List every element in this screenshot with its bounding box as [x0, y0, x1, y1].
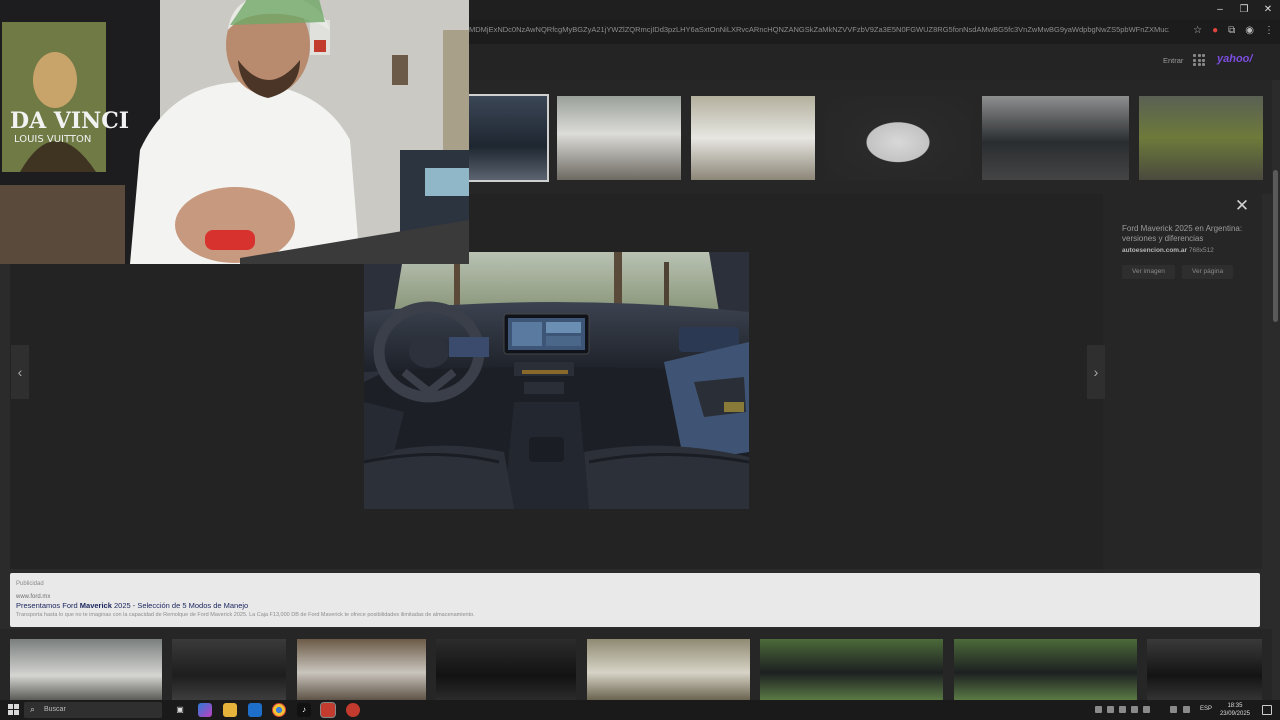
poster-logo-text: LOUIS VUITTON: [14, 134, 91, 145]
windows-taskbar: ⌕ Buscar ▣ ♪ ESP 18:35 23/09/2025: [0, 700, 1280, 720]
close-window-icon[interactable]: ✕: [1256, 0, 1280, 20]
restore-icon[interactable]: ❐: [1232, 0, 1256, 20]
tray-icon[interactable]: [1143, 706, 1150, 713]
profile-icon[interactable]: ◉: [1245, 24, 1254, 38]
tray-icon[interactable]: [1095, 706, 1102, 713]
star-icon[interactable]: ☆: [1193, 24, 1202, 38]
address-bar[interactable]: MDMjExNDc0NzAwNQRfcgMyBGZyA21jYWZlZQRmcj…: [469, 20, 1280, 44]
yahoo-logo[interactable]: yahoo/: [1217, 53, 1252, 65]
sign-in-link[interactable]: Entrar: [1163, 56, 1183, 65]
image-thumbnail[interactable]: [436, 639, 576, 700]
ad-label: Publicidad: [16, 581, 44, 587]
webcam-overlay: DA VINCI LOUIS VUITTON: [0, 0, 469, 264]
ad-title-suffix: 2025 - Selección de 5 Modos de Manejo: [111, 601, 249, 610]
apps-grid-icon[interactable]: [1193, 54, 1205, 66]
windows-start-icon[interactable]: [8, 704, 19, 715]
poster-logo-text: DA VINCI: [10, 108, 129, 134]
image-thumbnail[interactable]: [691, 96, 815, 180]
address-bar-icons: ☆ ● ⧉ ◉ ⋮: [1193, 24, 1274, 38]
image-thumbnail-selected[interactable]: [467, 94, 549, 182]
task-view-icon[interactable]: ▣: [173, 703, 187, 717]
ad-title[interactable]: Presentamos Ford Maverick 2025 - Selecci…: [16, 601, 248, 610]
image-results-row: [467, 80, 1280, 194]
copilot-icon[interactable]: [198, 703, 212, 717]
recording-icon[interactable]: ●: [1212, 24, 1218, 38]
url-text[interactable]: MDMjExNDc0NzAwNQRfcgMyBGZyA21jYWZlZQRmcj…: [469, 25, 1169, 34]
image-thumbnail[interactable]: [172, 639, 286, 700]
tray-icon[interactable]: [1131, 706, 1138, 713]
menu-icon[interactable]: ⋮: [1264, 24, 1274, 38]
extensions-icon[interactable]: ⧉: [1228, 24, 1235, 38]
webcam-feed-illustration: DA VINCI LOUIS VUITTON: [0, 0, 469, 264]
window-controls: – ❐ ✕: [1208, 0, 1280, 20]
taskbar-search-placeholder: Buscar: [44, 706, 66, 713]
page-scrollbar[interactable]: [1272, 80, 1280, 700]
image-thumbnail[interactable]: [982, 96, 1129, 180]
search-icon: ⌕: [30, 704, 36, 714]
tray-icon[interactable]: [1107, 706, 1114, 713]
recording-app-icon[interactable]: [346, 703, 360, 717]
taskbar-search[interactable]: ⌕ Buscar: [24, 702, 162, 718]
ad-description: Transporta hasta lo que no te imaginas c…: [16, 612, 475, 618]
ad-domain[interactable]: www.ford.mx: [16, 594, 50, 600]
tray-icon[interactable]: [1119, 706, 1126, 713]
image-thumbnail[interactable]: [587, 639, 750, 700]
more-image-results: [0, 629, 1280, 700]
yahoo-header: Entrar yahoo/: [469, 44, 1280, 80]
source-domain[interactable]: autoesencion.com.ar: [1122, 247, 1187, 254]
ad-title-prefix: Presentamos Ford: [16, 601, 80, 610]
clock[interactable]: 18:35 23/09/2025: [1220, 702, 1250, 718]
wifi-icon[interactable]: [1170, 706, 1177, 713]
next-image-button[interactable]: ›: [1087, 345, 1105, 399]
image-thumbnail[interactable]: [297, 639, 426, 700]
image-source: autoesencion.com.ar 768x512: [1122, 247, 1214, 254]
tiktok-icon[interactable]: ♪: [297, 703, 311, 717]
car-interior-image[interactable]: [364, 252, 749, 509]
close-icon: ✕: [1234, 196, 1250, 215]
previous-image-button[interactable]: ‹: [11, 345, 29, 399]
screen: – ❐ ✕ MDMjExNDc0NzAwNQRfcgMyBGZyA21jYWZl…: [0, 0, 1280, 720]
car-interior-illustration: [364, 252, 749, 509]
image-thumbnail[interactable]: [1139, 96, 1263, 180]
image-thumbnail[interactable]: [954, 639, 1137, 700]
image-thumbnail[interactable]: [557, 96, 681, 180]
outlook-icon[interactable]: [248, 703, 262, 717]
close-viewer-button[interactable]: ✕: [1234, 196, 1250, 215]
image-thumbnail[interactable]: [760, 639, 943, 700]
language-indicator[interactable]: ESP: [1200, 706, 1212, 712]
view-page-button[interactable]: Ver página: [1182, 265, 1234, 279]
clock-time: 18:35: [1227, 703, 1243, 709]
chrome-icon[interactable]: [272, 703, 286, 717]
minimize-icon[interactable]: –: [1208, 0, 1232, 20]
ad-title-bold: Maverick: [79, 601, 112, 610]
clock-date: 23/09/2025: [1219, 711, 1250, 717]
image-thumbnail[interactable]: [1147, 639, 1262, 700]
image-dimensions: 768x512: [1188, 247, 1214, 254]
volume-icon[interactable]: [1183, 706, 1190, 713]
image-thumbnail[interactable]: [10, 639, 162, 700]
image-thumbnail[interactable]: [825, 96, 971, 180]
image-title[interactable]: Ford Maverick 2025 en Argentina: version…: [1122, 224, 1252, 244]
chevron-right-icon: ›: [1093, 364, 1099, 380]
browser-active-icon[interactable]: [320, 702, 336, 718]
view-image-button[interactable]: Ver imagen: [1122, 265, 1175, 279]
chevron-left-icon: ‹: [17, 364, 23, 380]
sponsored-result[interactable]: Publicidad www.ford.mx Presentamos Ford …: [10, 573, 1260, 627]
notification-icon[interactable]: [1262, 705, 1272, 715]
scrollbar-thumb[interactable]: [1273, 170, 1278, 322]
file-explorer-icon[interactable]: [223, 703, 237, 717]
